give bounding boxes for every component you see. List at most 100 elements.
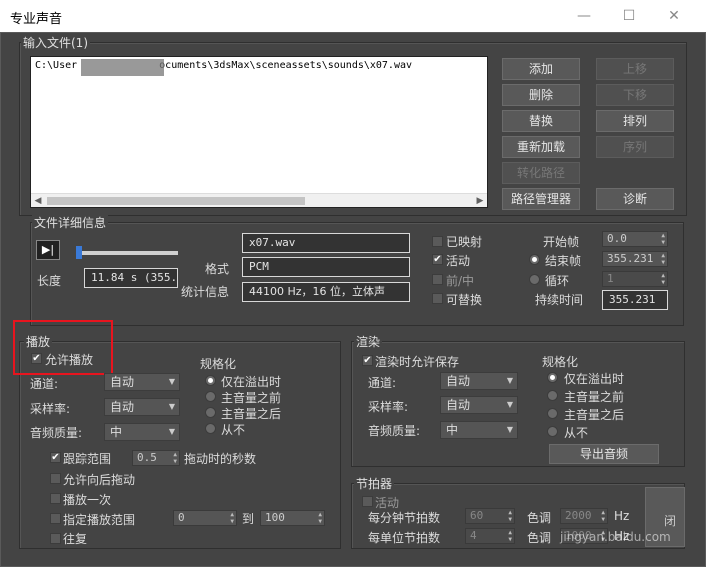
- play-range-label: 指定播放范围: [63, 513, 136, 527]
- position-slider-thumb[interactable]: [76, 246, 82, 259]
- play-once-label: 播放一次: [63, 493, 112, 507]
- position-slider[interactable]: [78, 251, 178, 255]
- track-range-checkbox[interactable]: ✔: [50, 452, 61, 463]
- mapped-checkbox[interactable]: [432, 236, 443, 247]
- reload-button[interactable]: 重新加载: [502, 136, 580, 158]
- scrollbar-thumb[interactable]: [47, 197, 305, 205]
- path-manager-button[interactable]: 路径管理器: [502, 188, 580, 210]
- pb-quality-dropdown[interactable]: 中 ▼: [104, 423, 180, 441]
- export-audio-button[interactable]: 导出音频: [549, 444, 659, 464]
- tone1-label: 色调: [527, 511, 552, 525]
- title-bar: 专业声音 — ☐ ✕: [0, 0, 706, 32]
- render-save-checkbox[interactable]: ✔: [362, 355, 373, 366]
- close-icon[interactable]: ✕: [664, 6, 684, 26]
- pb-normalize-label: 规格化: [200, 357, 237, 371]
- play-range-checkbox[interactable]: [50, 513, 61, 524]
- loop-label: 循环: [545, 274, 570, 288]
- filename-field: x07.wav: [242, 233, 410, 253]
- range-to-label: 到: [242, 512, 255, 526]
- format-label: 格式: [205, 262, 230, 276]
- pb-norm-radio-never[interactable]: [205, 423, 216, 434]
- beats-spinner[interactable]: 4 ▲ ▼: [465, 528, 515, 544]
- stats-label: 统计信息: [181, 285, 230, 299]
- move-down-button[interactable]: 下移: [596, 84, 674, 106]
- pb-sample-rate-dropdown[interactable]: 自动 ▼: [104, 398, 180, 416]
- render-norm-label-after: 主音量之后: [564, 408, 625, 422]
- redacted-username: [81, 59, 164, 76]
- play-once-checkbox[interactable]: [50, 493, 61, 504]
- render-norm-label-before: 主音量之前: [564, 390, 625, 404]
- input-files-label: 输入文件(1): [21, 34, 90, 51]
- length-value: 11.84 s (355.2: [84, 268, 178, 288]
- add-button[interactable]: 添加: [502, 58, 580, 80]
- start-frame-spinner[interactable]: 0.0 ▲ ▼: [602, 231, 668, 247]
- tone2-label: 色调: [527, 531, 552, 545]
- render-save-label: 渲染时允许保存: [375, 355, 460, 369]
- end-frame-label: 结束帧: [545, 254, 582, 268]
- convert-path-button[interactable]: 转化路径: [502, 162, 580, 184]
- prev-mid-checkbox[interactable]: [432, 274, 443, 285]
- scroll-left-icon[interactable]: ◀: [31, 194, 45, 208]
- scroll-right-icon[interactable]: ▶: [473, 194, 487, 208]
- pb-channel-label: 通道:: [30, 377, 59, 391]
- pb-norm-label-never: 从不: [221, 423, 246, 437]
- duration-label: 持续时间: [535, 293, 584, 307]
- pingpong-checkbox[interactable]: [50, 533, 61, 544]
- range-to-spinner[interactable]: 100 ▲ ▼: [260, 510, 325, 526]
- pb-sample-rate-label: 采样率:: [30, 402, 71, 416]
- replaceable-checkbox[interactable]: [432, 293, 443, 304]
- mapped-label: 已映射: [446, 235, 483, 249]
- move-up-button[interactable]: 上移: [596, 58, 674, 80]
- duration-field: 355.231: [602, 290, 668, 310]
- end-frame-spinner[interactable]: 355.231 ▲ ▼: [602, 251, 668, 267]
- maximize-icon[interactable]: ☐: [619, 6, 639, 26]
- file-details-label: 文件详细信息: [32, 214, 109, 231]
- render-sample-rate-dropdown[interactable]: 自动 ▼: [440, 396, 518, 414]
- render-label: 渲染: [354, 333, 383, 350]
- track-range-label: 跟踪范围: [63, 452, 112, 466]
- window-title: 专业声音: [10, 12, 63, 27]
- bpm-label: 每分钟节拍数: [368, 511, 441, 525]
- file-list[interactable]: C:\User ocuments\3dsMax\sceneassets\sound…: [30, 56, 488, 208]
- drag-seconds-label: 拖动时的秒数: [184, 452, 257, 466]
- minimize-icon[interactable]: —: [574, 6, 594, 26]
- render-sample-rate-label: 采样率:: [368, 400, 409, 414]
- track-range-spinner[interactable]: 0.5 ▲ ▼: [132, 450, 180, 466]
- render-norm-radio-overflow[interactable]: [547, 372, 558, 383]
- bpm-spinner[interactable]: 60 ▲ ▼: [465, 508, 515, 524]
- pb-norm-radio-after[interactable]: [205, 407, 216, 418]
- pb-channel-dropdown[interactable]: 自动 ▼: [104, 373, 180, 391]
- pb-norm-radio-before[interactable]: [205, 391, 216, 402]
- loop-spinner[interactable]: 1 ▲ ▼: [602, 271, 668, 287]
- highlight-annotation: [13, 320, 113, 375]
- prev-mid-label: 前/中: [446, 274, 475, 288]
- render-norm-label-overflow: 仅在溢出时: [564, 372, 625, 386]
- metronome-label: 节拍器: [354, 475, 395, 492]
- render-channel-dropdown[interactable]: 自动 ▼: [440, 372, 518, 390]
- sequence-button[interactable]: 序列: [596, 136, 674, 158]
- render-norm-label-never: 从不: [564, 426, 589, 440]
- render-quality-label: 音频质量:: [368, 424, 421, 438]
- format-field: PCM: [242, 257, 410, 277]
- pingpong-label: 往复: [63, 532, 88, 546]
- sort-button[interactable]: 排列: [596, 110, 674, 132]
- active-checkbox[interactable]: ✔: [432, 254, 443, 265]
- allow-scrub-checkbox[interactable]: [50, 473, 61, 484]
- metronome-active-checkbox[interactable]: [362, 496, 373, 507]
- delete-button[interactable]: 删除: [502, 84, 580, 106]
- replace-button[interactable]: 替换: [502, 110, 580, 132]
- render-quality-dropdown[interactable]: 中 ▼: [440, 421, 518, 439]
- pb-norm-radio-overflow[interactable]: [205, 375, 216, 386]
- range-from-spinner[interactable]: 0 ▲ ▼: [173, 510, 237, 526]
- render-norm-radio-after[interactable]: [547, 408, 558, 419]
- start-frame-label: 开始帧: [543, 235, 580, 249]
- end-frame-radio[interactable]: [529, 254, 540, 265]
- render-norm-radio-never[interactable]: [547, 426, 558, 437]
- horizontal-scrollbar[interactable]: ◀ ▶: [31, 193, 487, 207]
- loop-radio[interactable]: [529, 274, 540, 285]
- diagnose-button[interactable]: 诊断: [596, 188, 674, 210]
- render-normalize-label: 规格化: [542, 355, 579, 369]
- allow-scrub-label: 允许向后拖动: [63, 473, 136, 487]
- play-button[interactable]: ▶|: [36, 240, 60, 260]
- render-norm-radio-before[interactable]: [547, 390, 558, 401]
